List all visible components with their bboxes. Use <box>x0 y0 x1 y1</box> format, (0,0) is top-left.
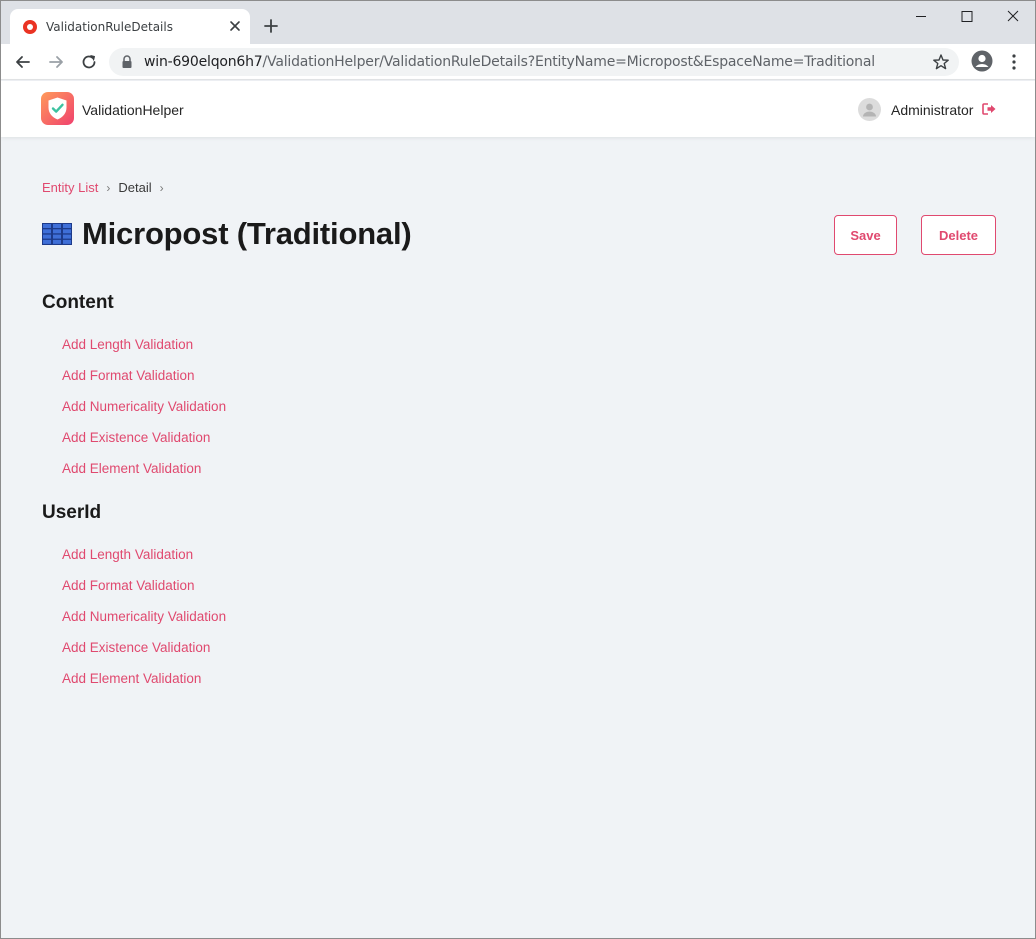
url-host: win-690elqon6h7 <box>144 54 263 70</box>
breadcrumb-separator-trailing: › <box>159 181 164 195</box>
lock-icon <box>122 55 132 68</box>
validation-link-list-content: Add Length Validation Add Format Validat… <box>62 336 226 491</box>
profile-icon[interactable] <box>971 50 993 72</box>
close-icon[interactable] <box>226 17 244 35</box>
user-avatar-icon <box>863 103 876 117</box>
reload-icon[interactable] <box>79 52 99 72</box>
add-element-validation-link[interactable]: Add Element Validation <box>62 460 226 491</box>
window-close-icon[interactable] <box>990 5 1036 29</box>
add-element-validation-link[interactable]: Add Element Validation <box>62 670 226 701</box>
add-length-validation-link[interactable]: Add Length Validation <box>62 546 226 577</box>
validation-link-list-userid: Add Length Validation Add Format Validat… <box>62 546 226 701</box>
address-bar[interactable]: win-690elqon6h7/ValidationHelper/Validat… <box>109 48 959 76</box>
add-existence-validation-link[interactable]: Add Existence Validation <box>62 639 226 670</box>
browser-toolbar: win-690elqon6h7/ValidationHelper/Validat… <box>1 44 1035 80</box>
url-path: /ValidationHelper/ValidationRuleDetails?… <box>262 54 876 70</box>
save-button[interactable]: Save <box>834 215 897 255</box>
avatar[interactable] <box>858 98 881 121</box>
user-name: Administrator <box>891 102 974 118</box>
add-numericality-validation-link[interactable]: Add Numericality Validation <box>62 398 226 429</box>
minimize-icon[interactable] <box>898 5 944 29</box>
logout-icon[interactable] <box>982 103 996 115</box>
add-length-validation-link[interactable]: Add Length Validation <box>62 336 226 367</box>
bookmark-star-icon[interactable] <box>932 53 950 71</box>
breadcrumb-separator: › <box>106 181 111 195</box>
maximize-icon[interactable] <box>944 5 990 29</box>
page-title: Micropost (Traditional) <box>82 216 412 251</box>
back-arrow-icon[interactable] <box>13 52 33 72</box>
tab-title: ValidationRuleDetails <box>46 20 173 34</box>
breadcrumb-link-entity-list[interactable]: Entity List <box>42 180 98 195</box>
delete-button[interactable]: Delete <box>921 215 996 255</box>
breadcrumb: Entity List › Detail › <box>42 180 172 195</box>
recording-dot-icon <box>23 20 37 34</box>
breadcrumb-current: Detail <box>118 180 152 195</box>
forward-arrow-icon[interactable] <box>46 52 66 72</box>
browser-window: ValidationRuleDetails win-690elqon6h7/Va… <box>0 0 1036 939</box>
table-grid-icon <box>42 223 72 245</box>
app-name[interactable]: ValidationHelper <box>82 102 184 118</box>
shield-check-icon[interactable] <box>41 92 74 125</box>
tab-strip: ValidationRuleDetails <box>1 1 1035 44</box>
add-format-validation-link[interactable]: Add Format Validation <box>62 367 226 398</box>
more-options-icon[interactable] <box>1006 52 1022 72</box>
section-title-content: Content <box>42 292 114 313</box>
add-format-validation-link[interactable]: Add Format Validation <box>62 577 226 608</box>
add-numericality-validation-link[interactable]: Add Numericality Validation <box>62 608 226 639</box>
url-text[interactable]: win-690elqon6h7/ValidationHelper/Validat… <box>144 54 875 70</box>
add-existence-validation-link[interactable]: Add Existence Validation <box>62 429 226 460</box>
app-header: ValidationHelper Administrator <box>1 81 1035 137</box>
new-tab-plus-icon[interactable] <box>262 17 280 35</box>
browser-tab[interactable]: ValidationRuleDetails <box>10 9 250 44</box>
section-title-userid: UserId <box>42 502 102 523</box>
